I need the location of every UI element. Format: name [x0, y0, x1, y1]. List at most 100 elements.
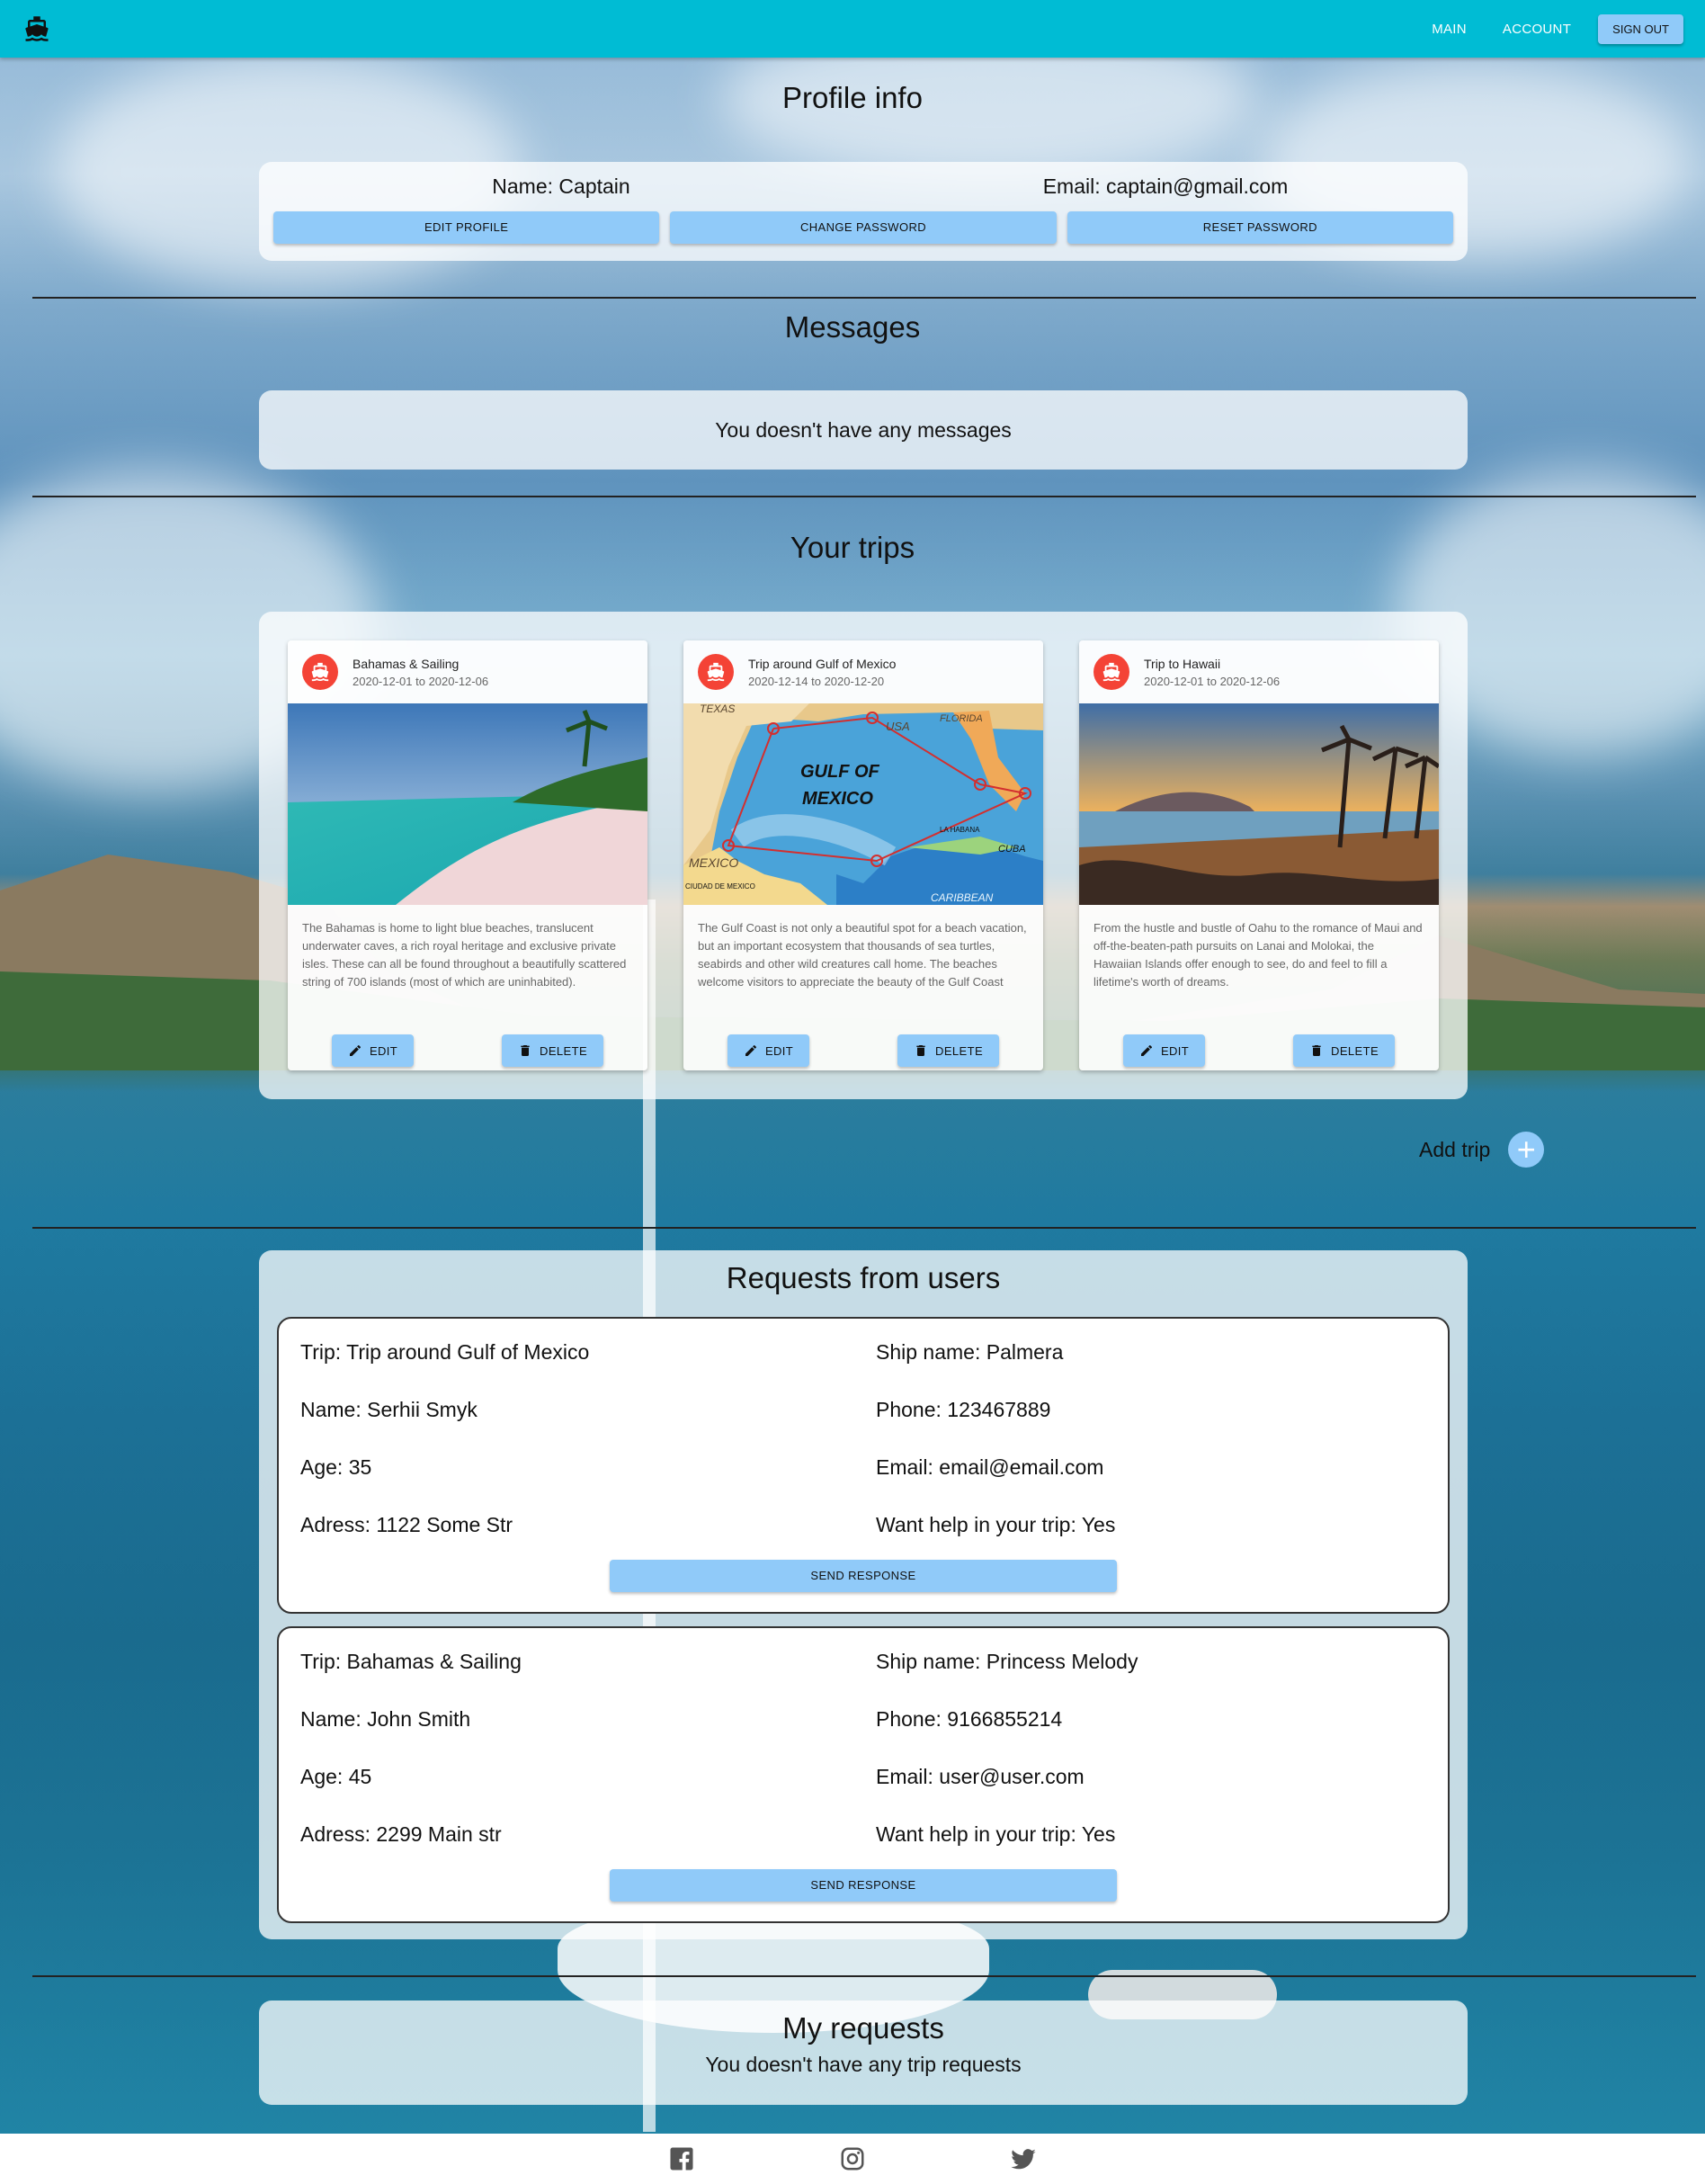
- map-label: USA: [886, 720, 910, 733]
- messages-panel: You doesn't have any messages: [259, 390, 1468, 470]
- delete-label: DELETE: [540, 1043, 588, 1058]
- trips-panel: Bahamas & Sailing 2020-12-01 to 2020-12-…: [259, 612, 1468, 1099]
- request-age: Age: 45: [300, 1765, 372, 1788]
- divider: [32, 1975, 1696, 1977]
- app-bar: MAIN ACCOUNT SIGN OUT: [0, 0, 1705, 58]
- delete-trip-button[interactable]: DELETE: [1293, 1034, 1396, 1067]
- map-label: CIUDAD DE MEXICO: [685, 882, 755, 891]
- trip-image: [1079, 703, 1439, 905]
- edit-trip-button[interactable]: EDIT: [331, 1034, 415, 1067]
- my-requests-title: My requests: [782, 2011, 944, 2045]
- my-requests-empty-text: You doesn't have any trip requests: [705, 2053, 1022, 2076]
- trip-image-map: TEXAS USA FLORIDA GULF OF MEXICO MEXICO …: [683, 703, 1043, 905]
- map-label: MEXICO: [802, 789, 873, 809]
- sign-out-button[interactable]: SIGN OUT: [1598, 13, 1683, 44]
- request-phone: Phone: 123467889: [876, 1398, 1051, 1421]
- edit-trip-button[interactable]: EDIT: [1122, 1034, 1206, 1067]
- requests-panel: Requests from users Trip: Trip around Gu…: [259, 1250, 1468, 1939]
- send-response-button[interactable]: SEND RESPONSE: [610, 1869, 1117, 1902]
- edit-icon: [1140, 1044, 1152, 1056]
- edit-icon: [349, 1044, 361, 1056]
- request-card: Trip: Bahamas & Sailing Ship name: Princ…: [277, 1626, 1450, 1923]
- messages-empty-text: You doesn't have any messages: [715, 417, 1012, 442]
- messages-title: Messages: [784, 310, 921, 344]
- map-label: TEXAS: [700, 703, 735, 715]
- delete-label: DELETE: [1331, 1043, 1379, 1058]
- edit-label: EDIT: [369, 1043, 398, 1058]
- add-trip-label: Add trip: [1419, 1137, 1491, 1161]
- top-nav: MAIN ACCOUNT SIGN OUT: [1417, 13, 1683, 46]
- ship-icon: [1094, 654, 1129, 690]
- map-label: CUBA: [998, 844, 1026, 855]
- edit-profile-button[interactable]: EDIT PROFILE: [273, 211, 660, 244]
- trip-date: 2020-12-01 to 2020-12-06: [1144, 674, 1281, 688]
- request-phone: Phone: 9166855214: [876, 1707, 1063, 1731]
- trash-icon: [1312, 1045, 1321, 1056]
- trip-date: 2020-12-14 to 2020-12-20: [748, 674, 885, 688]
- ship-icon[interactable]: [22, 13, 52, 44]
- edit-icon: [745, 1044, 756, 1056]
- trip-description: The Bahamas is home to light blue beache…: [302, 921, 627, 989]
- profile-title: Profile info: [782, 81, 923, 114]
- trip-date: 2020-12-01 to 2020-12-06: [353, 674, 489, 688]
- request-card: Trip: Trip around Gulf of Mexico Ship na…: [277, 1317, 1450, 1614]
- delete-trip-button[interactable]: DELETE: [502, 1034, 604, 1067]
- request-ship: Ship name: Princess Melody: [876, 1650, 1138, 1673]
- trip-title: Bahamas & Sailing: [353, 656, 460, 671]
- delete-label: DELETE: [935, 1043, 984, 1058]
- request-email: Email: user@user.com: [876, 1765, 1085, 1788]
- plus-icon: +: [1516, 1131, 1536, 1168]
- request-help: Want help in your trip: Yes: [876, 1822, 1116, 1846]
- map-label: FLORIDA: [940, 713, 983, 724]
- request-name: Name: John Smith: [300, 1707, 471, 1731]
- request-email: Email: email@email.com: [876, 1455, 1104, 1479]
- map-label: GULF OF: [800, 762, 880, 782]
- profile-name: Name: Captain: [492, 175, 630, 198]
- request-ship: Ship name: Palmera: [876, 1340, 1064, 1364]
- edit-label: EDIT: [764, 1043, 794, 1058]
- request-address: Adress: 2299 Main str: [300, 1822, 502, 1846]
- ship-icon: [698, 654, 734, 690]
- trash-icon: [916, 1045, 925, 1056]
- request-name: Name: Serhii Smyk: [300, 1398, 478, 1421]
- map-label: LA HABANA: [940, 826, 980, 834]
- divider: [32, 297, 1696, 299]
- edit-label: EDIT: [1160, 1043, 1190, 1058]
- trip-title: Trip around Gulf of Mexico: [748, 656, 897, 671]
- map-label: MEXICO: [689, 855, 738, 870]
- requests-title: Requests from users: [726, 1261, 1001, 1294]
- trip-description: The Gulf Coast is not only a beautiful s…: [698, 921, 1027, 989]
- trip-card: Trip to Hawaii 2020-12-01 to 2020-12-06: [1079, 640, 1439, 1070]
- request-help: Want help in your trip: Yes: [876, 1513, 1116, 1536]
- twitter-icon[interactable]: [1010, 2145, 1037, 2172]
- ship-icon: [302, 654, 338, 690]
- edit-trip-button[interactable]: EDIT: [727, 1034, 810, 1067]
- footer: [0, 2134, 1705, 2184]
- trip-card: Trip around Gulf of Mexico 2020-12-14 to…: [683, 640, 1043, 1070]
- trip-image: [288, 703, 647, 905]
- trip-title: Trip to Hawaii: [1144, 656, 1221, 671]
- divider: [32, 1227, 1696, 1229]
- nav-account[interactable]: ACCOUNT: [1488, 13, 1585, 46]
- nav-main[interactable]: MAIN: [1417, 13, 1481, 46]
- trips-title: Your trips: [790, 531, 915, 564]
- request-age: Age: 35: [300, 1455, 372, 1479]
- request-trip: Trip: Trip around Gulf of Mexico: [300, 1340, 590, 1364]
- add-trip-button[interactable]: +: [1508, 1131, 1545, 1168]
- my-requests-panel: My requests You doesn't have any trip re…: [259, 2001, 1468, 2105]
- facebook-icon[interactable]: [668, 2145, 695, 2172]
- profile-panel: Name: Captain Email: captain@gmail.com E…: [259, 162, 1468, 261]
- reset-password-button[interactable]: RESET PASSWORD: [1067, 211, 1453, 244]
- trip-card: Bahamas & Sailing 2020-12-01 to 2020-12-…: [288, 640, 647, 1070]
- map-label: CARIBBEAN: [931, 891, 994, 904]
- request-trip: Trip: Bahamas & Sailing: [300, 1650, 522, 1673]
- trip-description: From the hustle and bustle of Oahu to th…: [1094, 921, 1423, 989]
- send-response-button[interactable]: SEND RESPONSE: [610, 1560, 1117, 1592]
- instagram-icon[interactable]: [839, 2145, 866, 2172]
- change-password-button[interactable]: CHANGE PASSWORD: [670, 211, 1057, 244]
- delete-trip-button[interactable]: DELETE: [897, 1034, 1000, 1067]
- request-address: Adress: 1122 Some Str: [300, 1513, 513, 1536]
- trash-icon: [521, 1045, 530, 1056]
- profile-email: Email: captain@gmail.com: [1042, 175, 1289, 198]
- add-trip: Add trip +: [1419, 1131, 1545, 1168]
